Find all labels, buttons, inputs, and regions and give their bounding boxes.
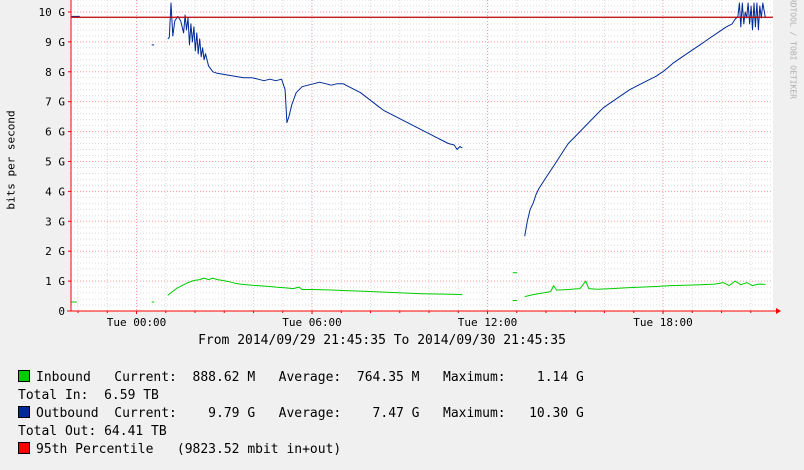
y-tick-label: 6 G: [45, 126, 65, 139]
y-tick-label: 7 G: [45, 96, 65, 109]
y-axis-title: bits per second: [4, 105, 18, 215]
watermark: RRDTOOL / TOBI OETIKER: [786, 0, 800, 99]
watermark-text: RRDTOOL / TOBI OETIKER: [788, 0, 798, 99]
x-tick-label: Tue 18:00: [633, 316, 693, 329]
y-tick-label: 8 G: [45, 66, 65, 79]
legend-total-in: Total In: 6.59 TB: [18, 388, 159, 403]
legend-outbound: Outbound Current: 9.79 G Average: 7.47 G…: [18, 405, 584, 423]
legend-inbound: Inbound Current: 888.62 M Average: 764.3…: [18, 369, 584, 387]
legend-outbound-text: Outbound Current: 9.79 G Average: 7.47 G…: [36, 406, 584, 421]
y-tick-label: 1 G: [45, 275, 65, 288]
y-tick-label: 3 G: [45, 215, 65, 228]
y-tick-label: 5 G: [45, 155, 65, 168]
legend-percentile-text: 95th Percentile (9823.52 mbit in+out): [36, 442, 342, 457]
legend-percentile: 95th Percentile (9823.52 mbit in+out): [18, 441, 584, 459]
y-tick-label: 0: [58, 305, 65, 318]
x-tick-label: Tue 12:00: [458, 316, 518, 329]
y-tick-label: 10 G: [39, 6, 66, 19]
inbound-swatch: [18, 370, 30, 382]
date-range: From 2014/09/29 21:45:35 To 2014/09/30 2…: [198, 333, 566, 348]
legend-total-out: Total Out: 64.41 TB: [18, 424, 167, 439]
y-axis-title-text: bits per second: [4, 110, 18, 210]
traffic-chart: 0 1 G 2 G 3 G 4 G 5 G 6 G 7 G 8 G 9 G 10 G Tue 00:0…: [39, 0, 781, 329]
legend: Inbound Current: 888.62 M Average: 764.3…: [18, 369, 584, 459]
x-axis-arrow: [776, 308, 781, 314]
y-tick-label: 4 G: [45, 185, 65, 198]
outbound-swatch: [18, 406, 30, 418]
y-tick-label: 2 G: [45, 245, 65, 258]
x-tick-label: Tue 06:00: [282, 316, 342, 329]
y-tick-label: 9 G: [45, 36, 65, 49]
percentile-swatch: [18, 442, 30, 454]
legend-inbound-text: Inbound Current: 888.62 M Average: 764.3…: [36, 370, 584, 385]
x-tick-label: Tue 00:00: [107, 316, 167, 329]
